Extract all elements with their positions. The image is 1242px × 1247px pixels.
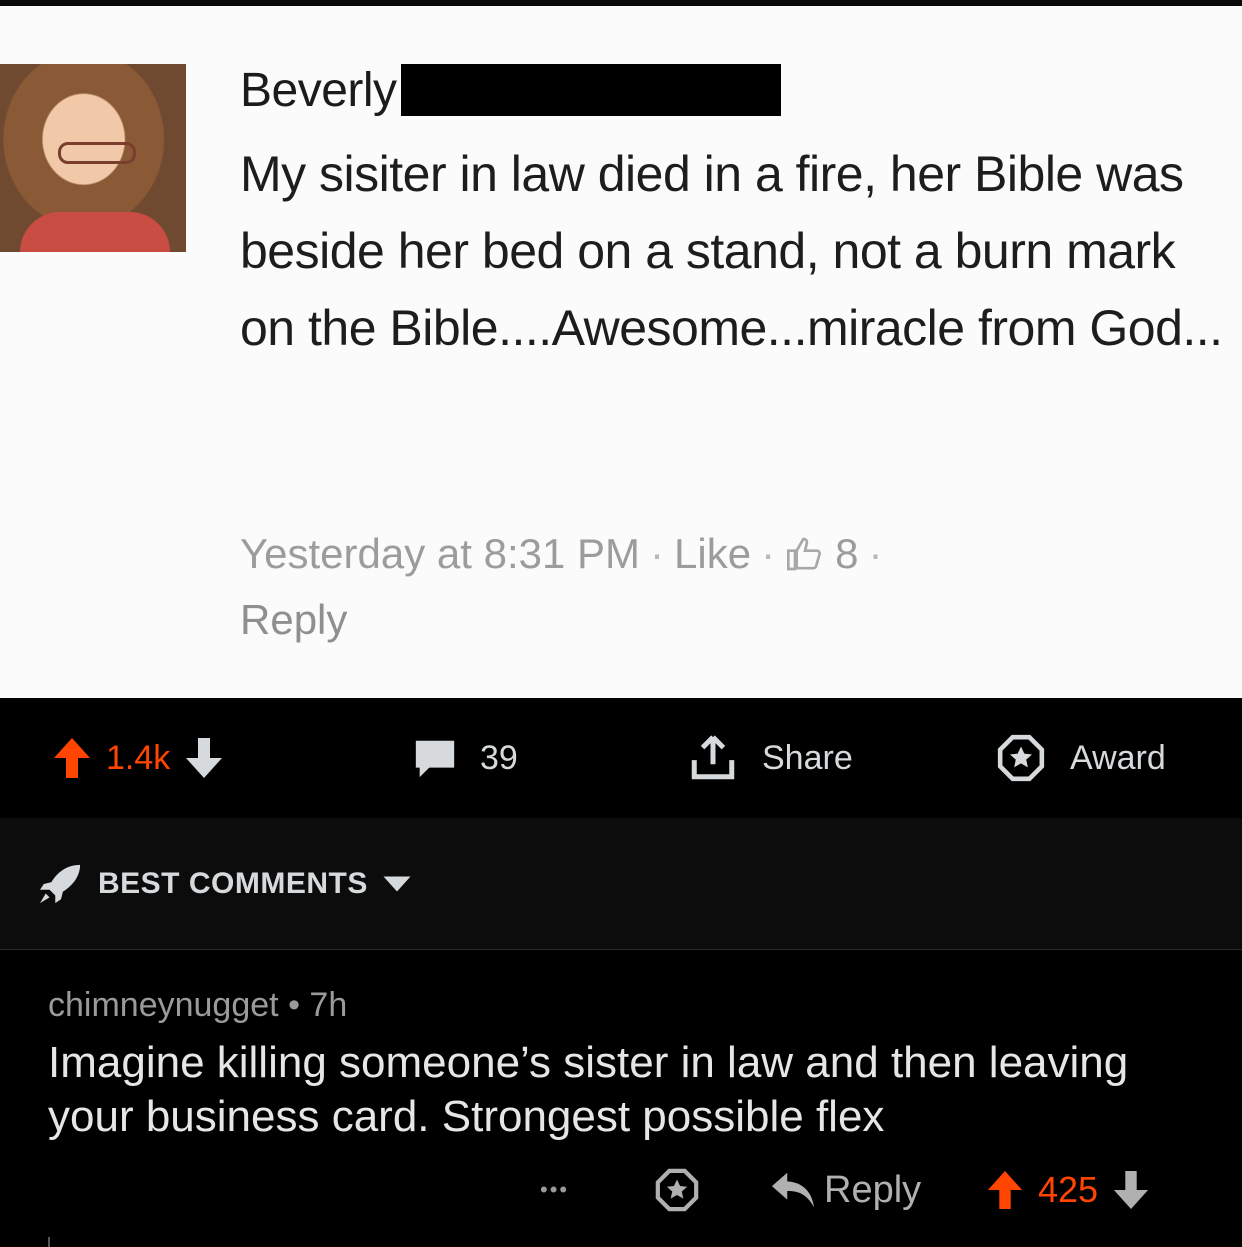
comment-score: 425 [1038,1169,1099,1210]
fb-separator: · [868,530,883,577]
post-vote-count: 1.4k [106,738,171,777]
upvote-icon[interactable] [52,736,92,780]
rocket-icon [40,864,81,904]
thumbs-up-icon [787,537,822,571]
comment-age: 7h [309,986,348,1024]
avatar-glasses [58,142,136,164]
fb-comment-text: My sisiter in law died in a fire, her Bi… [240,146,1223,356]
fb-reply-link: Reply [240,596,348,643]
comment-body: Imagine killing someone’s sister in law … [48,1038,1129,1141]
award-button[interactable]: Award [996,698,1166,818]
upvote-icon[interactable] [986,1169,1024,1211]
award-icon [655,1168,699,1212]
comment-username[interactable]: chimneynugget [48,986,279,1024]
caret-down-icon [383,876,411,892]
sort-dropdown[interactable]: BEST COMMENTS [38,818,412,950]
downvote-icon[interactable] [1112,1169,1150,1211]
profile-photo [0,64,186,252]
comment-sort-bar: BEST COMMENTS [0,818,1242,950]
comment-reply-label: Reply [824,1168,922,1211]
reply-arrow-icon [771,1172,815,1208]
fb-timestamp: Yesterday at 8:31 PM [240,530,641,577]
comment-icon [415,740,455,778]
comments-button[interactable]: 39 [412,698,518,818]
fb-separator: · [650,530,665,577]
embedded-post-image: Beverly My sisiter in law died in a fire… [0,0,1242,698]
post-action-bar: 1.4k 39 Share Award [0,698,1242,818]
share-label: Share [762,738,853,777]
share-button[interactable]: Share [688,698,853,818]
downvote-icon[interactable] [184,736,224,780]
meta-separator: • [288,986,300,1024]
fb-like-count: 8 [835,530,859,577]
comment-award-button[interactable] [654,1160,700,1220]
fb-separator: · [761,530,776,577]
more-icon: ••• [540,1177,570,1202]
award-label: Award [1070,738,1166,777]
comment-vote-group: 425 [986,1160,1150,1220]
fb-comment-meta: Yesterday at 8:31 PM · Like · 8 · [240,530,882,578]
share-icon [691,735,735,780]
sort-label: BEST COMMENTS [98,867,368,900]
comment-reply-button[interactable]: Reply [770,1160,921,1220]
fb-author-row: Beverly [240,63,781,117]
comment-meta: chimneynugget • 7h [48,986,347,1025]
thread-line [48,1237,50,1247]
comment-count: 39 [480,738,518,777]
award-icon [997,734,1045,782]
comment: chimneynugget • 7h Imagine killing someo… [0,950,1242,1247]
fb-like-link: Like [674,530,752,577]
redaction-bar [400,64,781,116]
vote-group: 1.4k [52,698,224,818]
avatar-shoulder [20,212,170,252]
more-button[interactable]: ••• [540,1160,569,1220]
fb-author-name: Beverly [240,63,397,117]
